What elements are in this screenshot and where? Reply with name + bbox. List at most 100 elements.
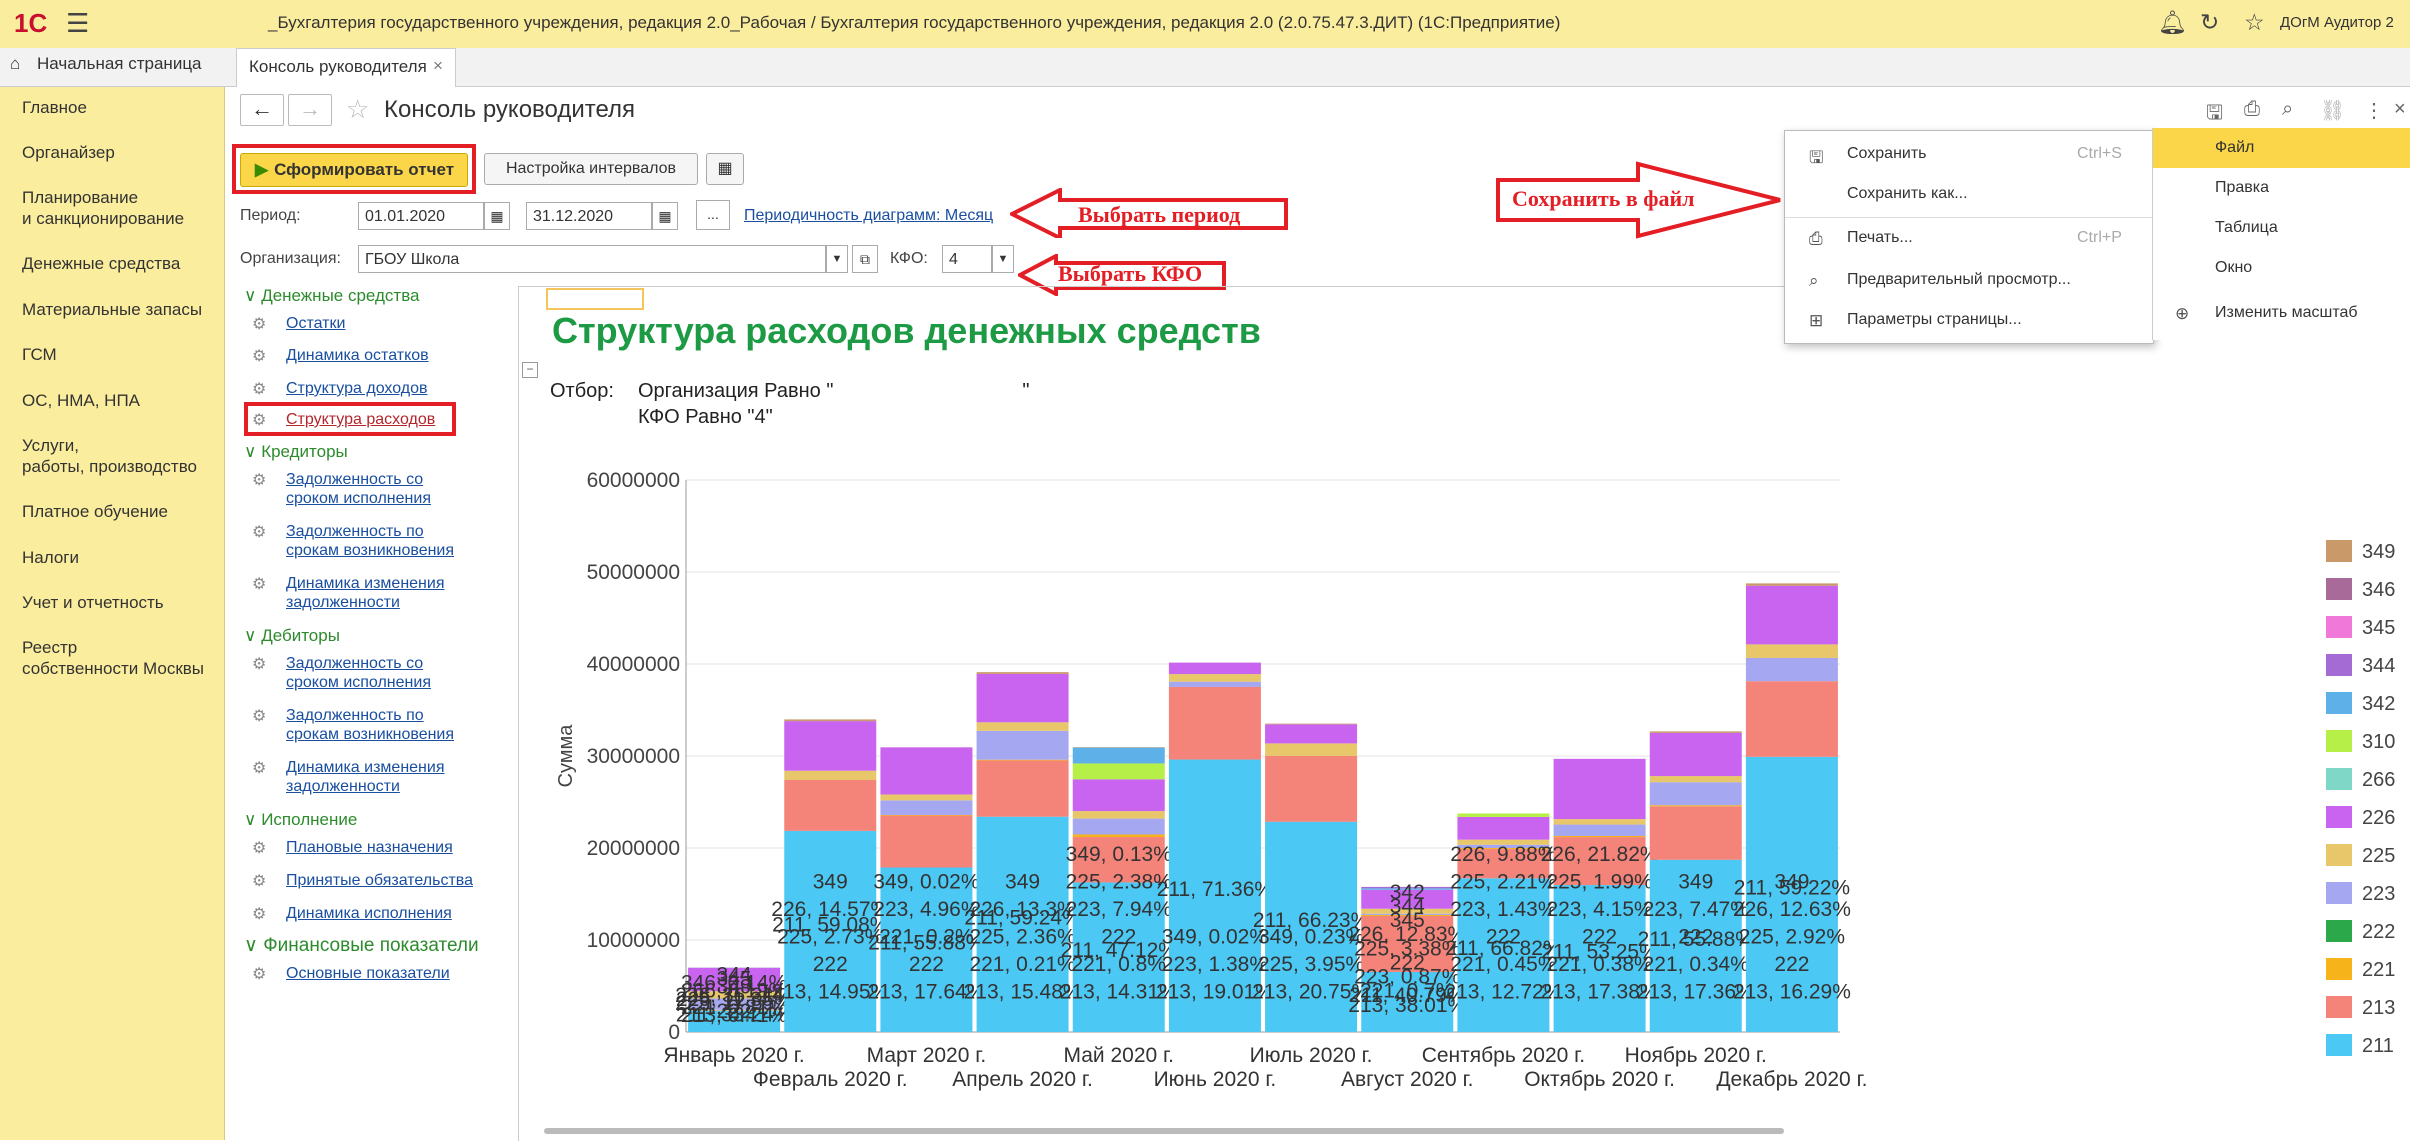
kfo-dropdown-icon[interactable]: ▼ bbox=[992, 245, 1014, 273]
y-tick-label: 20000000 bbox=[587, 837, 680, 860]
menu-file[interactable]: Файл bbox=[2215, 139, 2254, 157]
sidebar-item-services[interactable]: Услуги, работы, производство bbox=[22, 435, 197, 477]
tree-item-balance-dynamics[interactable]: Динамика остатков bbox=[286, 346, 429, 365]
bell-icon[interactable]: 🔔︎ bbox=[2158, 9, 2187, 36]
print-toolbar-icon[interactable]: ⎙ bbox=[2244, 98, 2260, 121]
data-label: 223, 1.43% bbox=[1450, 898, 1556, 921]
tree-item-cred-dynamics[interactable]: Динамика изменения задолженности bbox=[286, 574, 444, 612]
star-icon[interactable]: ☆ bbox=[2244, 9, 2265, 36]
tree-group-financial[interactable]: ∨ Финансовые показатели bbox=[244, 934, 479, 957]
expense-chart: 0100000002000000030000000400000005000000… bbox=[540, 450, 2406, 1110]
intervals-button[interactable]: Настройка интервалов bbox=[484, 153, 698, 185]
bar-segment bbox=[1554, 759, 1646, 819]
zoom-icon: ⊕ bbox=[2175, 304, 2189, 324]
menu-zoom[interactable]: Изменить масштаб bbox=[2215, 304, 2358, 322]
report-icon: ⚙ bbox=[252, 314, 266, 334]
sidebar-item-fuel[interactable]: ГСМ bbox=[22, 344, 57, 365]
menu-save-as[interactable]: Сохранить как... bbox=[1847, 185, 1968, 203]
generate-report-button[interactable]: ▶Сформировать отчет bbox=[240, 153, 468, 187]
close-tab-icon[interactable]: × bbox=[433, 56, 443, 76]
data-label: 349, 0.13% bbox=[1066, 843, 1172, 866]
tree-item-obligations[interactable]: Принятые обязательства bbox=[286, 871, 473, 890]
tree-item-deb-dynamics[interactable]: Динамика изменения задолженности bbox=[286, 758, 444, 796]
legend-label: 346 bbox=[2362, 579, 2395, 601]
tree-item-balances[interactable]: Остатки bbox=[286, 314, 345, 333]
more-menu-icon[interactable]: ⋮ bbox=[2364, 98, 2384, 123]
date-from-field[interactable]: 01.01.2020 bbox=[358, 202, 484, 230]
sidebar-item-taxes[interactable]: Налоги bbox=[22, 547, 79, 568]
tab-console[interactable]: Консоль руководителя × bbox=[236, 48, 456, 87]
tree-item-planned[interactable]: Плановые назначения bbox=[286, 838, 453, 857]
report-icon: ⚙ bbox=[252, 964, 266, 984]
close-form-icon[interactable]: × bbox=[2394, 98, 2406, 121]
settings-table-button[interactable]: ▦ bbox=[706, 153, 744, 185]
org-open-icon[interactable]: ⧉ bbox=[852, 245, 878, 273]
legend-label: 226 bbox=[2362, 807, 2395, 829]
y-tick-label: 40000000 bbox=[587, 653, 680, 676]
tree-group-debtors[interactable]: ∨ Дебиторы bbox=[244, 626, 340, 646]
tree-item-cred-origin[interactable]: Задолженность по срокам возникновения bbox=[286, 522, 454, 560]
org-field[interactable]: ГБОУ Школа bbox=[358, 245, 826, 273]
date-to-field[interactable]: 31.12.2020 bbox=[526, 202, 652, 230]
bar-segment bbox=[977, 731, 1069, 760]
calendar-to-icon[interactable]: ▦ bbox=[652, 202, 678, 230]
sidebar-item-paid-education[interactable]: Платное обучение bbox=[22, 501, 168, 522]
tree-item-expense-structure[interactable]: Структура расходов bbox=[286, 410, 435, 429]
menu-preview[interactable]: Предварительный просмотр... bbox=[1847, 271, 2071, 289]
forward-button[interactable]: → bbox=[288, 94, 332, 126]
bar-segment bbox=[1554, 819, 1646, 824]
tree-item-deb-origin[interactable]: Задолженность по срокам возникновения bbox=[286, 706, 454, 744]
org-dropdown-icon[interactable]: ▼ bbox=[826, 245, 848, 273]
bar-segment bbox=[1265, 743, 1357, 756]
kfo-field[interactable]: 4 bbox=[942, 245, 992, 273]
tab-home[interactable]: ⌂ Начальная страница bbox=[10, 54, 202, 74]
menu-print[interactable]: Печать... bbox=[1847, 229, 1913, 247]
sidebar-item-reporting[interactable]: Учет и отчетность bbox=[22, 592, 164, 613]
main-menu-icon[interactable]: ☰ bbox=[66, 8, 89, 39]
collapse-group-icon[interactable]: − bbox=[522, 362, 538, 378]
tree-item-deb-term[interactable]: Задолженность со сроком исполнения bbox=[286, 654, 431, 692]
active-cell[interactable] bbox=[546, 288, 644, 310]
x-tick-label: Август 2020 г. bbox=[1341, 1068, 1474, 1091]
horizontal-scrollbar[interactable] bbox=[544, 1128, 1784, 1134]
user-name[interactable]: ДОгМ Аудитор 2 bbox=[2280, 14, 2394, 31]
tree-item-cred-term[interactable]: Задолженность со сроком исполнения bbox=[286, 470, 431, 508]
link-toolbar-icon[interactable]: ⛓ bbox=[2320, 98, 2345, 123]
sidebar-item-assets[interactable]: ОС, НМА, НПА bbox=[22, 390, 140, 411]
sidebar-item-inventory[interactable]: Материальные запасы bbox=[22, 299, 202, 320]
sidebar-item-cash[interactable]: Денежные средства bbox=[22, 253, 180, 274]
tree-item-income-structure[interactable]: Структура доходов bbox=[286, 379, 428, 398]
menu-save[interactable]: Сохранить bbox=[1847, 145, 1927, 163]
tree-group-creditors[interactable]: ∨ Кредиторы bbox=[244, 442, 348, 462]
menu-window[interactable]: Окно bbox=[2215, 259, 2252, 277]
favorite-star-icon[interactable]: ☆ bbox=[346, 94, 369, 125]
save-toolbar-icon[interactable]: 🖫 bbox=[2206, 98, 2223, 132]
tree-item-exec-dynamics[interactable]: Динамика исполнения bbox=[286, 904, 452, 923]
menu-table[interactable]: Таблица bbox=[2215, 219, 2278, 237]
x-tick-label: Июль 2020 г. bbox=[1250, 1044, 1373, 1067]
legend-swatch bbox=[2326, 844, 2352, 866]
menu-edit[interactable]: Правка bbox=[2215, 179, 2269, 197]
report-icon: ⚙ bbox=[252, 706, 266, 726]
tree-group-execution[interactable]: ∨ Исполнение bbox=[244, 810, 357, 830]
period-select-button[interactable]: ... bbox=[696, 200, 730, 230]
calendar-from-icon[interactable]: ▦ bbox=[484, 202, 510, 230]
sidebar-item-main[interactable]: Главное bbox=[22, 97, 87, 118]
tree-group-label: Дебиторы bbox=[261, 626, 340, 645]
table-settings-icon: ▦ bbox=[717, 160, 732, 177]
tree-group-cash[interactable]: ∨ Денежные средства bbox=[244, 286, 420, 306]
bar-segment bbox=[1746, 583, 1838, 585]
tree-item-main-indicators[interactable]: Основные показатели bbox=[286, 964, 450, 983]
menu-page-setup[interactable]: Параметры страницы... bbox=[1847, 311, 2022, 329]
sidebar-item-organizer[interactable]: Органайзер bbox=[22, 142, 115, 163]
menu-divider bbox=[1785, 217, 2153, 218]
bar-segment bbox=[1554, 836, 1646, 837]
data-label: 225, 2.21% bbox=[1450, 871, 1556, 894]
history-icon[interactable]: ↻ bbox=[2200, 9, 2219, 36]
data-label: 211, 71.36% bbox=[1157, 878, 1273, 901]
sidebar-item-registry[interactable]: Реестр собственности Москвы bbox=[22, 637, 204, 679]
back-button[interactable]: ← bbox=[240, 94, 284, 126]
periodicity-link[interactable]: Периодичность диаграмм: Месяц bbox=[744, 207, 993, 225]
sidebar-item-planning[interactable]: Планирование и санкционирование bbox=[22, 187, 184, 229]
preview-toolbar-icon[interactable]: ⌕ bbox=[2282, 98, 2293, 121]
